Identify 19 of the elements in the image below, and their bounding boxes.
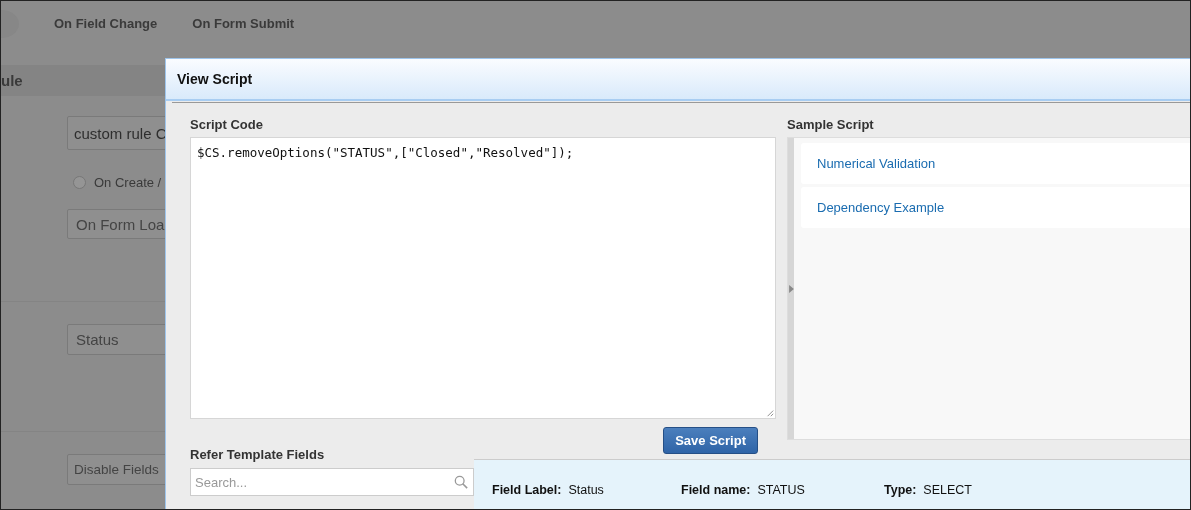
field-info-text: Field name: STATUS	[681, 483, 806, 497]
refer-fields-label: Refer Template Fields	[190, 447, 326, 464]
sample-script-label: Sample Script	[787, 117, 875, 134]
section-title: ule	[1, 72, 23, 89]
event-tab[interactable]: On Field Change	[54, 16, 158, 31]
save-script-button[interactable]: Save Script	[663, 427, 758, 454]
dialog-title: View Script	[177, 71, 253, 87]
field-info-text: Field Label: Status	[492, 483, 605, 497]
radio-button[interactable]	[73, 176, 86, 189]
script-code-label: Script Code	[190, 117, 264, 134]
radio-label: On Create /	[94, 175, 162, 190]
script-code-editor[interactable]: $CS.removeOptions("STATUS",["Closed","Resolved"]);	[190, 137, 776, 419]
field-info-text: Type: SELECT	[884, 483, 972, 497]
resize-grip-icon[interactable]	[766, 409, 774, 417]
sample-script-item[interactable]: Dependency Example	[801, 187, 1190, 228]
caret-right-icon[interactable]	[788, 284, 794, 293]
sample-script-item[interactable]: Numerical Validation	[801, 143, 1190, 184]
search-icon[interactable]	[454, 475, 468, 489]
event-tab[interactable]: On Form Submit	[192, 16, 295, 31]
